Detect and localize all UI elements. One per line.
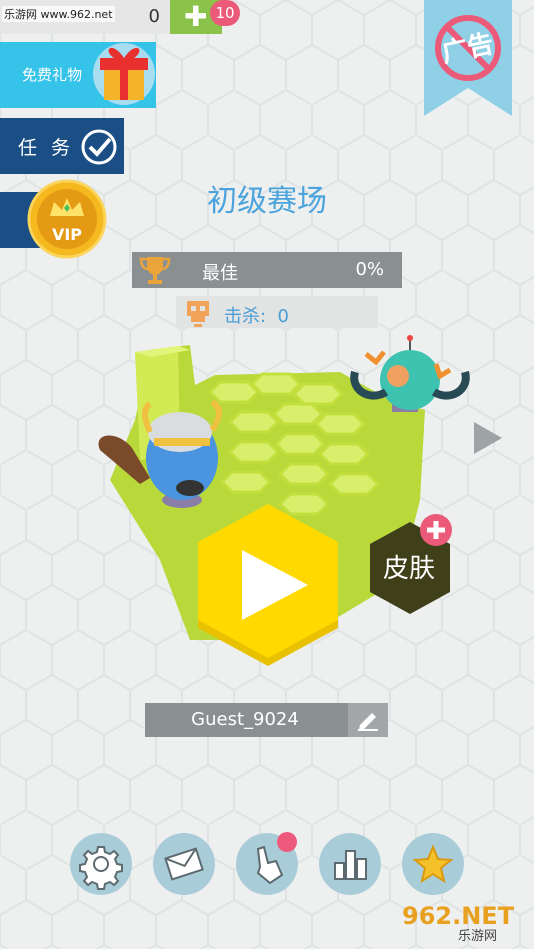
username-bar: Guest_9024 (145, 703, 388, 737)
play-icon (242, 550, 308, 620)
best-score-bar: 最佳 0% (132, 252, 402, 288)
svg-text:962.NET: 962.NET (402, 902, 515, 930)
free-gift-label: 免费礼物 (22, 66, 83, 84)
check-circle-icon (81, 129, 117, 165)
skin-button[interactable]: 皮肤 (366, 548, 452, 585)
best-value: 0% (355, 259, 384, 280)
vip-label: VIP (52, 225, 82, 244)
watermark-top: 乐游网 www.962.net (2, 6, 115, 22)
leaderboard-button[interactable] (319, 833, 381, 895)
rate-button[interactable] (402, 833, 464, 895)
best-label: 最佳 (202, 263, 238, 284)
settings-icon (79, 846, 123, 890)
kills-bar: 击杀: 0 (176, 296, 378, 328)
kills-label: 击杀: 0 (224, 306, 289, 327)
leaderboard-icon (334, 850, 367, 880)
edit-name-button[interactable] (348, 703, 388, 737)
trophy-icon (139, 257, 171, 284)
watermark-logo: 962.NET 乐游网 (402, 902, 515, 942)
username: Guest_9024 (191, 709, 299, 730)
notification-dot (277, 832, 297, 852)
mail-button[interactable] (153, 833, 215, 895)
pencil-icon (358, 713, 378, 731)
free-gift-button[interactable]: 免费礼物 (0, 42, 156, 108)
kills-value: 0 (277, 306, 289, 327)
plus-icon: ✚ (184, 0, 208, 33)
arena-title: 初级赛场 (207, 184, 327, 219)
tasks-label: 任务 (18, 137, 85, 159)
mail-icon (164, 847, 204, 881)
coin-value: 0 (148, 6, 160, 27)
skull-icon (187, 301, 209, 327)
svg-text:乐游网: 乐游网 (458, 929, 497, 942)
coins-badge: 10 (210, 0, 240, 26)
tasks-button[interactable]: 任务 (0, 118, 124, 174)
play-button[interactable] (228, 540, 318, 630)
star-icon (412, 844, 454, 884)
settings-button[interactable] (70, 833, 132, 895)
gift-box-icon (93, 43, 155, 105)
next-arrow-button[interactable] (474, 422, 502, 454)
no-ads-button[interactable]: 广告 (424, 0, 512, 116)
skin-plus-icon (420, 514, 452, 546)
